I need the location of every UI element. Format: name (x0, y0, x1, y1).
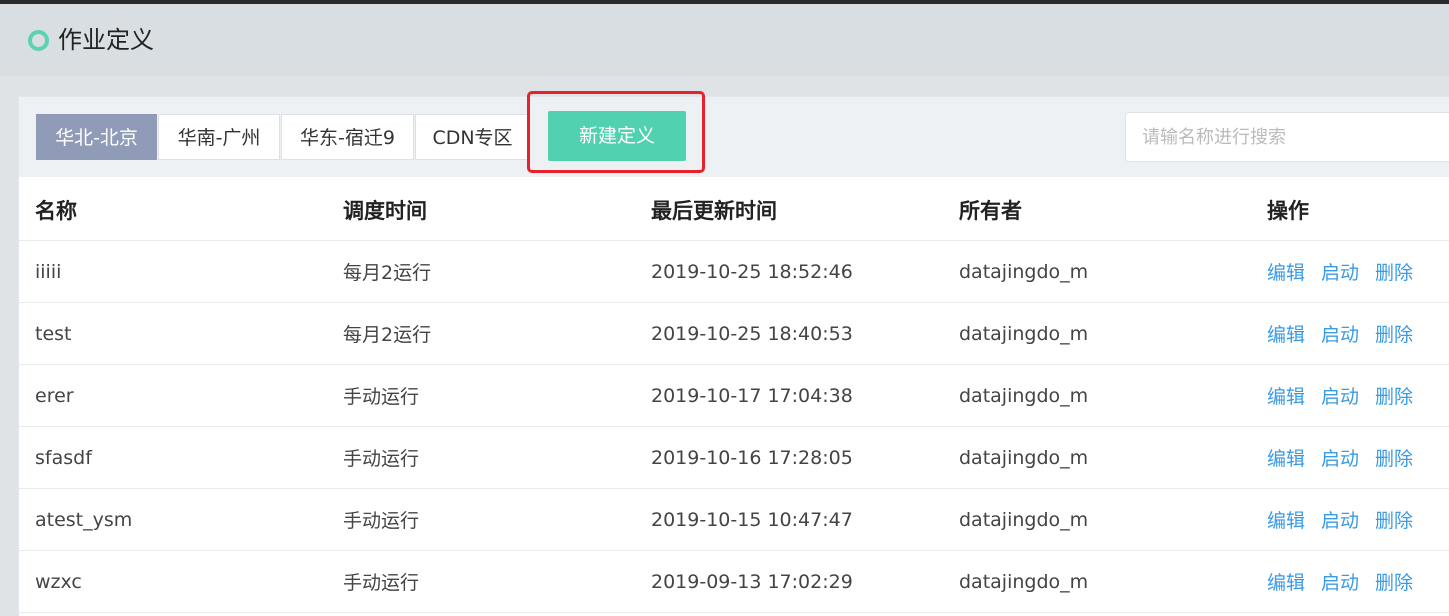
cell-owner: datajingdo_m (943, 426, 1251, 489)
cell-updated: 2019-10-25 18:40:53 (635, 302, 943, 365)
cell-name: iiiii (19, 240, 327, 303)
cell-updated: 2019-10-15 10:47:47 (635, 488, 943, 551)
table-row: atest_ysm 手动运行 2019-10-15 10:47:47 datajing… (19, 488, 1449, 551)
cell-schedule: 每月2运行 (327, 240, 635, 303)
edit-link[interactable]: 编辑 (1267, 262, 1305, 284)
cell-owner: datajingdo_m (943, 240, 1251, 303)
cell-owner: datajingdo_m (943, 488, 1251, 551)
new-definition-button[interactable]: 新建定义 (548, 111, 686, 161)
cell-updated: 2019-10-17 17:04:38 (635, 364, 943, 427)
table-row: test 每月2运行 2019-10-25 18:40:53 datajingdo_m… (19, 302, 1449, 365)
cell-actions: 编辑 启动 删除 (1251, 302, 1449, 365)
cell-schedule: 每月2运行 (327, 302, 635, 365)
cell-updated: 2019-10-16 17:28:05 (635, 426, 943, 489)
page-title: 作业定义 (58, 26, 154, 54)
cell-owner: datajingdo_m (943, 302, 1251, 365)
tab-beijing[interactable]: 华北-北京 (36, 114, 157, 160)
delete-link[interactable]: 删除 (1375, 262, 1413, 284)
edit-link[interactable]: 编辑 (1267, 572, 1305, 594)
column-header-updated: 最后更新时间 (635, 179, 943, 241)
cell-name: sfasdf (19, 426, 327, 489)
start-link[interactable]: 启动 (1321, 448, 1359, 470)
column-header-schedule: 调度时间 (327, 179, 635, 241)
cell-schedule: 手动运行 (327, 426, 635, 489)
cell-updated: 2019-09-13 17:02:29 (635, 550, 943, 613)
cell-actions: 编辑 启动 删除 (1251, 488, 1449, 551)
cell-name: test (19, 302, 327, 365)
circle-icon (28, 30, 49, 51)
tab-cdn[interactable]: CDN专区 (415, 114, 530, 160)
column-header-owner: 所有者 (943, 179, 1251, 241)
cell-name: atest_ysm (19, 488, 327, 551)
cell-schedule: 手动运行 (327, 364, 635, 427)
cell-actions: 编辑 启动 删除 (1251, 240, 1449, 303)
delete-link[interactable]: 删除 (1375, 510, 1413, 532)
cell-name: erer (19, 364, 327, 427)
table-row: erer 手动运行 2019-10-17 17:04:38 datajingdo_m 编… (19, 364, 1449, 427)
table-row: sfasdf 手动运行 2019-10-16 17:28:05 datajingdo_… (19, 426, 1449, 489)
table-row: wzxc 手动运行 2019-09-13 17:02:29 datajingdo_m 编… (19, 550, 1449, 613)
edit-link[interactable]: 编辑 (1267, 386, 1305, 408)
delete-link[interactable]: 删除 (1375, 572, 1413, 594)
table-row: iiiii 每月2运行 2019-10-25 18:52:46 datajingdo_… (19, 240, 1449, 303)
start-link[interactable]: 启动 (1321, 324, 1359, 346)
start-link[interactable]: 启动 (1321, 510, 1359, 532)
edit-link[interactable]: 编辑 (1267, 510, 1305, 532)
content-panel: 华北-北京 华南-广州 华东-宿迁9 CDN专区 新建定义 名称 调度时间 最后… (18, 91, 1449, 616)
start-link[interactable]: 启动 (1321, 262, 1359, 284)
cell-owner: datajingdo_m (943, 364, 1251, 427)
toolbar: 华北-北京 华南-广州 华东-宿迁9 CDN专区 新建定义 (19, 91, 1449, 177)
start-link[interactable]: 启动 (1321, 386, 1359, 408)
edit-link[interactable]: 编辑 (1267, 324, 1305, 346)
table-header-row: 名称 调度时间 最后更新时间 所有者 操作 (19, 179, 1449, 241)
job-table: 名称 调度时间 最后更新时间 所有者 操作 iiiii 每月2运行 2019-10-… (19, 179, 1449, 613)
delete-link[interactable]: 删除 (1375, 448, 1413, 470)
cell-actions: 编辑 启动 删除 (1251, 550, 1449, 613)
cell-schedule: 手动运行 (327, 550, 635, 613)
search-input[interactable] (1125, 112, 1449, 162)
cell-schedule: 手动运行 (327, 488, 635, 551)
cell-owner: datajingdo_m (943, 550, 1251, 613)
page-header: 作业定义 (0, 4, 1449, 76)
cell-actions: 编辑 启动 删除 (1251, 426, 1449, 489)
tab-guangzhou[interactable]: 华南-广州 (158, 114, 280, 160)
edit-link[interactable]: 编辑 (1267, 448, 1305, 470)
column-header-name: 名称 (19, 179, 327, 241)
cell-actions: 编辑 启动 删除 (1251, 364, 1449, 427)
tab-suqian[interactable]: 华东-宿迁9 (281, 114, 414, 160)
column-header-actions: 操作 (1251, 179, 1449, 241)
cell-updated: 2019-10-25 18:52:46 (635, 240, 943, 303)
start-link[interactable]: 启动 (1321, 572, 1359, 594)
delete-link[interactable]: 删除 (1375, 386, 1413, 408)
cell-name: wzxc (19, 550, 327, 613)
delete-link[interactable]: 删除 (1375, 324, 1413, 346)
